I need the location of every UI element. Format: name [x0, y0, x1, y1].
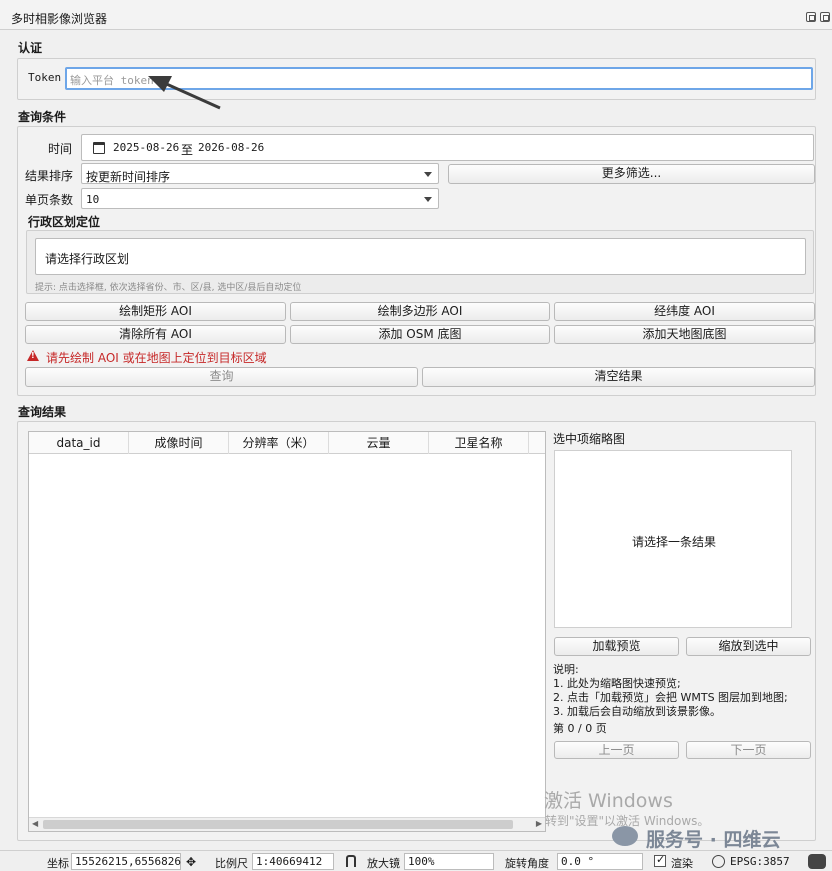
- warning-icon: [27, 350, 39, 361]
- annotation-arrow-icon: [148, 76, 221, 110]
- column-cloud[interactable]: 云量: [329, 432, 429, 454]
- add-osm-button[interactable]: 添加 OSM 底图: [290, 325, 550, 344]
- next-page-button[interactable]: 下一页: [686, 741, 811, 759]
- coord-label: 坐标: [47, 857, 69, 870]
- description-line-1: 1. 此处为缩略图快速预览;: [553, 677, 681, 690]
- thumbnail-box: 请选择一条结果: [554, 450, 792, 628]
- globe-icon[interactable]: [712, 855, 725, 868]
- region-placeholder: 请选择行政区划: [45, 252, 130, 266]
- wechat-icon: [612, 826, 638, 846]
- scale-label: 比例尺: [215, 857, 248, 870]
- token-label: Token: [28, 71, 62, 84]
- title-bar: 多时相影像浏览器: [0, 0, 832, 30]
- query-section-title: 查询条件: [18, 110, 67, 124]
- clear-results-button[interactable]: 清空结果: [422, 367, 815, 387]
- description-line-2: 2. 点击「加载预览」会把 WMTS 图层加到地图;: [553, 691, 788, 704]
- auth-group: Token 输入平台 token: [17, 58, 816, 100]
- draw-rect-button[interactable]: 绘制矩形 AOI: [25, 302, 286, 321]
- magnifier-field[interactable]: 100%: [404, 853, 494, 870]
- render-checkbox[interactable]: [654, 853, 666, 867]
- coord-field[interactable]: 15526215,6556826: [71, 853, 181, 870]
- date-separator: 至: [181, 143, 194, 157]
- sort-select[interactable]: 按更新时间排序: [81, 163, 439, 184]
- brand-watermark: 服务号 · 四维云: [646, 829, 781, 851]
- close-icon[interactable]: [820, 12, 830, 22]
- thumbnail-empty-text: 请选择一条结果: [631, 535, 716, 549]
- scale-field[interactable]: 1:40669412: [252, 853, 334, 870]
- crs-label[interactable]: EPSG:3857: [730, 855, 790, 868]
- calendar-icon: [93, 142, 105, 154]
- auth-section-title: 认证: [18, 41, 43, 55]
- page-info: 第 0 / 0 页: [553, 722, 607, 735]
- load-preview-button[interactable]: 加载预览: [554, 637, 679, 656]
- date-from: 2025-08-26: [113, 141, 180, 154]
- activate-windows-watermark: 激活 Windows: [544, 790, 673, 812]
- page-size-value: 10: [86, 193, 100, 206]
- column-resolution[interactable]: 分辨率（米）: [229, 432, 329, 454]
- sort-label: 结果排序: [25, 169, 74, 183]
- lonlat-aoi-button[interactable]: 经纬度 AOI: [554, 302, 815, 321]
- time-label: 时间: [48, 142, 73, 156]
- zoom-to-selected-button[interactable]: 缩放到选中: [686, 637, 811, 656]
- chevron-down-icon: [424, 197, 432, 202]
- region-hint: 提示: 点击选择框, 依次选择省份、市、区/县, 选中区/县后自动定位: [35, 283, 302, 293]
- results-table[interactable]: data_id 成像时间 分辨率（米） 云量 卫星名称 ◀ ▶: [28, 431, 546, 832]
- draw-polygon-button[interactable]: 绘制多边形 AOI: [290, 302, 550, 321]
- region-section-title: 行政区划定位: [28, 215, 101, 229]
- status-bar: 坐标 15526215,6556826 ✥ 比例尺 1:40669412 放大镜…: [0, 850, 832, 871]
- column-satellite[interactable]: 卫星名称: [429, 432, 529, 454]
- rotation-field[interactable]: 0.0 °: [557, 853, 643, 870]
- lock-icon[interactable]: [346, 855, 356, 867]
- page-size-select[interactable]: 10: [81, 188, 439, 209]
- description-title: 说明:: [553, 663, 579, 676]
- scrollbar-thumb[interactable]: [43, 820, 513, 829]
- page-size-label: 单页条数: [25, 193, 74, 207]
- region-group: 请选择行政区划 提示: 点击选择框, 依次选择省份、市、区/县, 选中区/县后自…: [26, 230, 814, 294]
- restore-icon[interactable]: [806, 12, 816, 22]
- prev-page-button[interactable]: 上一页: [554, 741, 679, 759]
- more-filter-button[interactable]: 更多筛选...: [448, 164, 815, 184]
- magnifier-label: 放大镜: [367, 857, 400, 870]
- description-line-3: 3. 加载后会自动缩放到该景影像。: [553, 705, 721, 718]
- results-section-title: 查询结果: [18, 405, 67, 419]
- column-data-id[interactable]: data_id: [29, 432, 129, 454]
- clear-aoi-button[interactable]: 清除所有 AOI: [25, 325, 286, 344]
- sort-value: 按更新时间排序: [86, 170, 171, 184]
- mouse-pointer-icon[interactable]: ✥: [186, 855, 200, 869]
- column-imaging-time[interactable]: 成像时间: [129, 432, 229, 454]
- table-horizontal-scrollbar[interactable]: ◀ ▶: [29, 817, 545, 831]
- scroll-left-icon[interactable]: ◀: [32, 819, 38, 828]
- scroll-right-icon[interactable]: ▶: [536, 819, 542, 828]
- render-label: 渲染: [671, 857, 693, 870]
- preview-title: 选中项缩略图: [553, 432, 626, 446]
- aoi-warning: 请先绘制 AOI 或在地图上定位到目标区域: [46, 351, 267, 365]
- messages-icon[interactable]: [808, 854, 826, 869]
- rotation-label: 旋转角度: [505, 857, 549, 870]
- date-range-input[interactable]: 2025-08-26 至 2026-08-26: [81, 134, 814, 161]
- add-tianditu-button[interactable]: 添加天地图底图: [554, 325, 815, 344]
- table-header: data_id 成像时间 分辨率（米） 云量 卫星名称: [29, 432, 545, 454]
- date-to: 2026-08-26: [198, 141, 265, 154]
- window-title: 多时相影像浏览器: [11, 12, 108, 26]
- chevron-down-icon: [424, 172, 432, 177]
- region-select[interactable]: 请选择行政区划: [35, 238, 806, 275]
- query-button[interactable]: 查询: [25, 367, 418, 387]
